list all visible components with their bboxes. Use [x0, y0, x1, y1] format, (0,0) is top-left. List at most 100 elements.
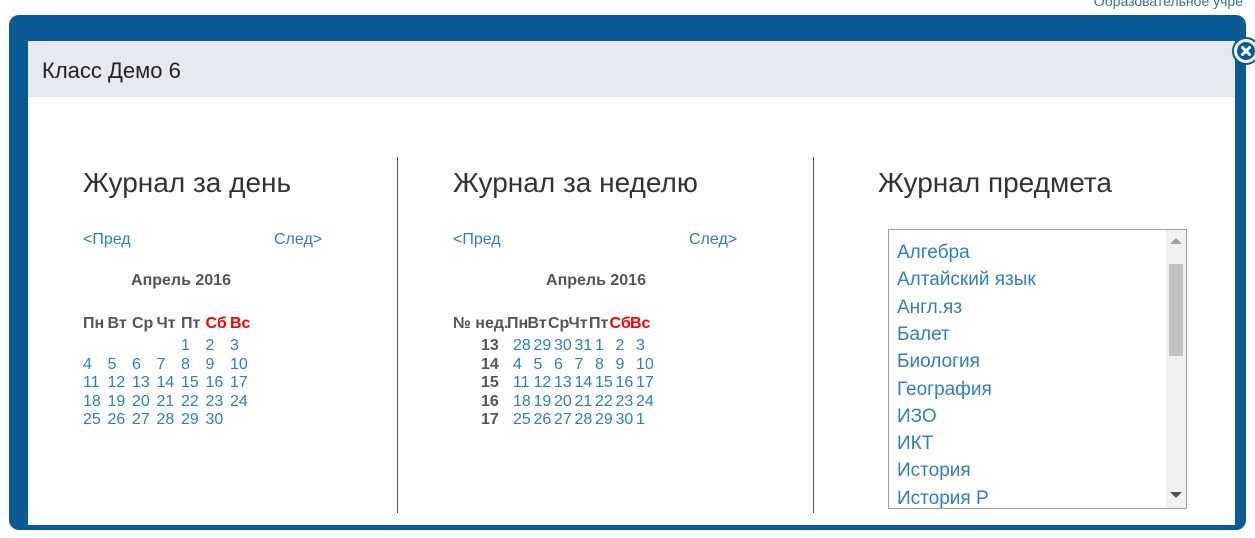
background-strip: Образовательное учре [0, 0, 1255, 12]
subject-list-item[interactable]: Англ.яз [897, 297, 962, 319]
calendar-day[interactable]: 30 [206, 411, 224, 429]
calendar-day[interactable]: 8 [595, 356, 604, 374]
calendar-day[interactable]: 1 [595, 337, 604, 355]
calendar-day[interactable]: 11 [83, 374, 100, 392]
calendar-day[interactable]: 6 [132, 356, 141, 374]
weekday-header: Чт [568, 315, 588, 332]
week-number[interactable]: 17 [481, 411, 499, 429]
calendar-day[interactable]: 24 [636, 393, 654, 411]
calendar-day[interactable]: 21 [575, 393, 593, 411]
calendar-day[interactable]: 3 [636, 337, 645, 355]
calendar-day[interactable]: 30 [616, 411, 634, 429]
subject-list-item[interactable]: Биология [897, 351, 980, 373]
calendar-day[interactable]: 10 [636, 356, 654, 374]
calendar-day[interactable]: 19 [108, 393, 126, 411]
day-prev-link[interactable]: <Пред [83, 231, 131, 249]
calendar-day[interactable]: 3 [230, 337, 239, 355]
calendar-day[interactable]: 17 [230, 374, 248, 392]
calendar-day[interactable]: 26 [108, 411, 126, 429]
calendar-day[interactable]: 5 [108, 356, 117, 374]
calendar-day[interactable]: 2 [616, 337, 625, 355]
calendar-day[interactable]: 14 [157, 374, 175, 392]
calendar-day[interactable]: 12 [108, 374, 126, 392]
calendar-day[interactable]: 24 [230, 393, 248, 411]
calendar-day[interactable]: 28 [575, 411, 593, 429]
week-prev-link[interactable]: <Пред [453, 231, 501, 249]
calendar-day[interactable]: 16 [616, 374, 634, 392]
week-number[interactable]: 14 [481, 356, 499, 374]
calendar-day[interactable]: 9 [616, 356, 625, 374]
calendar-day[interactable]: 8 [181, 356, 190, 374]
subject-list-item[interactable]: Алтайский язык [897, 269, 1036, 291]
calendar-day[interactable]: 22 [595, 393, 613, 411]
week-number[interactable]: 15 [481, 374, 499, 392]
dialog-body: Класс Демо 6 Журнал за день <Пред След> … [28, 41, 1235, 525]
weekday-header: Вс [630, 315, 651, 332]
calendar-day[interactable]: 4 [513, 356, 522, 374]
calendar-day[interactable]: 12 [534, 374, 552, 392]
calendar-day[interactable]: 19 [534, 393, 552, 411]
calendar-day[interactable]: 11 [513, 374, 530, 392]
calendar-day[interactable]: 9 [206, 356, 215, 374]
week-next-link[interactable]: След> [689, 231, 737, 249]
calendar-day[interactable]: 18 [513, 393, 531, 411]
calendar-day[interactable]: 27 [132, 411, 150, 429]
calendar-day[interactable]: 30 [554, 337, 572, 355]
week-number[interactable]: 13 [481, 337, 499, 355]
calendar-day[interactable]: 17 [636, 374, 654, 392]
calendar-day[interactable]: 10 [230, 356, 248, 374]
calendar-day[interactable]: 1 [636, 411, 645, 429]
calendar-day[interactable]: 28 [157, 411, 175, 429]
calendar-day[interactable]: 23 [206, 393, 224, 411]
subject-list-item[interactable]: История [897, 460, 971, 482]
listbox-scrollbar[interactable] [1166, 230, 1186, 508]
calendar-day[interactable]: 20 [554, 393, 572, 411]
subject-list-item[interactable]: ИКТ [897, 433, 933, 455]
week-number[interactable]: 16 [481, 393, 499, 411]
calendar-day[interactable]: 2 [206, 337, 215, 355]
scroll-up-arrow-icon[interactable] [1170, 238, 1182, 244]
calendar-day[interactable]: 21 [157, 393, 175, 411]
calendar-day[interactable]: 7 [157, 356, 166, 374]
calendar-day[interactable]: 29 [595, 411, 613, 429]
scroll-thumb[interactable] [1169, 264, 1183, 356]
subject-list-item[interactable]: Алгебра [897, 242, 970, 264]
subject-list-item[interactable]: История Р [897, 488, 989, 508]
calendar-day[interactable]: 16 [206, 374, 224, 392]
subject-list-item[interactable]: ИЗО [897, 406, 937, 428]
subject-listbox[interactable]: Алгебра Алтайский язык Англ.яз Балет Биологи… [888, 229, 1187, 509]
calendar-day[interactable]: 14 [575, 374, 593, 392]
day-next-link[interactable]: След> [274, 231, 322, 249]
calendar-day[interactable]: 4 [83, 356, 92, 374]
day-month-label: Апрель 2016 [131, 272, 231, 289]
calendar-day[interactable]: 28 [513, 337, 531, 355]
background-title: Образовательное учре [1093, 0, 1243, 9]
calendar-day[interactable]: 6 [554, 356, 563, 374]
journal-dialog: Класс Демо 6 Журнал за день <Пред След> … [9, 15, 1255, 530]
calendar-day[interactable]: 15 [595, 374, 613, 392]
calendar-day[interactable]: 27 [554, 411, 572, 429]
calendar-day[interactable]: 25 [83, 411, 101, 429]
calendar-day[interactable]: 13 [132, 374, 150, 392]
calendar-day[interactable]: 7 [575, 356, 584, 374]
calendar-day[interactable]: 20 [132, 393, 150, 411]
weekday-header: Пн [507, 315, 529, 332]
calendar-day[interactable]: 5 [534, 356, 543, 374]
calendar-day[interactable]: 1 [181, 337, 190, 355]
calendar-day[interactable]: 29 [181, 411, 199, 429]
scroll-down-arrow-icon[interactable] [1170, 492, 1182, 498]
calendar-day[interactable]: 26 [534, 411, 552, 429]
calendar-day[interactable]: 25 [513, 411, 531, 429]
calendar-day[interactable]: 13 [554, 374, 572, 392]
weekday-header: Ср [548, 315, 570, 332]
subject-list-item[interactable]: География [897, 379, 992, 401]
weekday-header: Сб [609, 315, 631, 332]
calendar-day[interactable]: 31 [575, 337, 593, 355]
subject-list-item[interactable]: Балет [897, 324, 950, 346]
calendar-day[interactable]: 15 [181, 374, 199, 392]
calendar-day[interactable]: 29 [534, 337, 552, 355]
calendar-day[interactable]: 22 [181, 393, 199, 411]
calendar-day[interactable]: 23 [616, 393, 634, 411]
close-icon[interactable] [1232, 37, 1255, 65]
calendar-day[interactable]: 18 [83, 393, 101, 411]
